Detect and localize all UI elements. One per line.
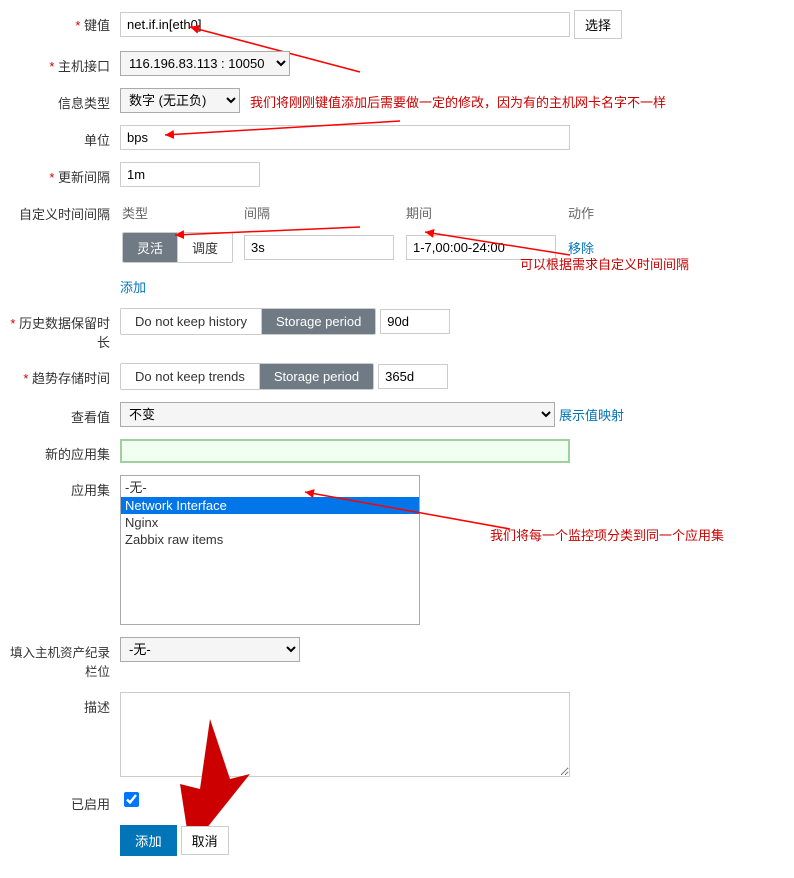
list-item[interactable]: Nginx: [121, 514, 419, 531]
description-textarea[interactable]: [120, 692, 570, 777]
interval-type-segment: 灵活 调度: [122, 232, 233, 263]
th-interval: 间隔: [244, 201, 404, 228]
select-button[interactable]: 选择: [574, 10, 622, 39]
list-item[interactable]: -无-: [121, 476, 419, 497]
th-period: 期间: [406, 201, 566, 228]
annotation-interval: 可以根据需求自定义时间间隔: [520, 254, 689, 273]
label-host-interface: 主机接口: [0, 51, 120, 75]
trends-days-input[interactable]: [378, 364, 448, 389]
label-unit: 单位: [0, 125, 120, 149]
app-listbox[interactable]: -无- Network Interface Nginx Zabbix raw i…: [120, 475, 420, 625]
label-description: 描述: [0, 692, 120, 716]
no-keep-history-button[interactable]: Do not keep history: [121, 309, 262, 334]
label-trends: 趋势存储时间: [0, 363, 120, 387]
history-days-input[interactable]: [380, 309, 450, 334]
trends-storage-period-button[interactable]: Storage period: [260, 364, 373, 389]
inventory-select[interactable]: -无-: [120, 637, 300, 662]
unit-input[interactable]: [120, 125, 570, 150]
label-history: 历史数据保留时长: [0, 308, 120, 351]
annotation-key: 我们将刚刚键值添加后需要做一定的修改，因为有的主机网卡名字不一样: [250, 92, 666, 111]
label-app-set: 应用集: [0, 475, 120, 499]
show-value-select[interactable]: 不变: [120, 402, 555, 427]
label-new-app: 新的应用集: [0, 439, 120, 463]
flexible-button[interactable]: 灵活: [123, 233, 178, 262]
scheduling-button[interactable]: 调度: [178, 233, 232, 262]
no-keep-trends-button[interactable]: Do not keep trends: [121, 364, 260, 389]
cancel-button[interactable]: 取消: [181, 826, 229, 855]
new-app-input[interactable]: [120, 439, 570, 463]
interval-input[interactable]: [244, 235, 394, 260]
label-enabled: 已启用: [0, 789, 120, 813]
th-action: 动作: [568, 201, 614, 228]
list-item[interactable]: Network Interface: [121, 497, 419, 514]
history-storage-period-button[interactable]: Storage period: [262, 309, 375, 334]
annotation-appset: 我们将每一个监控项分类到同一个应用集: [490, 525, 724, 544]
label-info-type: 信息类型: [0, 88, 120, 112]
th-type: 类型: [122, 201, 242, 228]
add-interval-link[interactable]: 添加: [120, 280, 146, 295]
info-type-select[interactable]: 数字 (无正负): [120, 88, 240, 113]
label-inventory: 填入主机资产纪录栏位: [0, 637, 120, 680]
submit-button[interactable]: 添加: [120, 825, 177, 856]
host-interface-select[interactable]: 116.196.83.113 : 10050: [120, 51, 290, 76]
trends-segment: Do not keep trends Storage period: [120, 363, 374, 390]
list-item[interactable]: Zabbix raw items: [121, 531, 419, 548]
update-interval-input[interactable]: [120, 162, 260, 187]
label-update-interval: 更新间隔: [0, 162, 120, 186]
enabled-checkbox[interactable]: [124, 792, 139, 807]
label-key: 键值: [0, 10, 120, 34]
label-custom-intervals: 自定义时间间隔: [0, 199, 120, 223]
key-input[interactable]: [120, 12, 570, 37]
show-value-map-link[interactable]: 展示值映射: [559, 405, 624, 424]
history-segment: Do not keep history Storage period: [120, 308, 376, 335]
label-show-value: 查看值: [0, 402, 120, 426]
